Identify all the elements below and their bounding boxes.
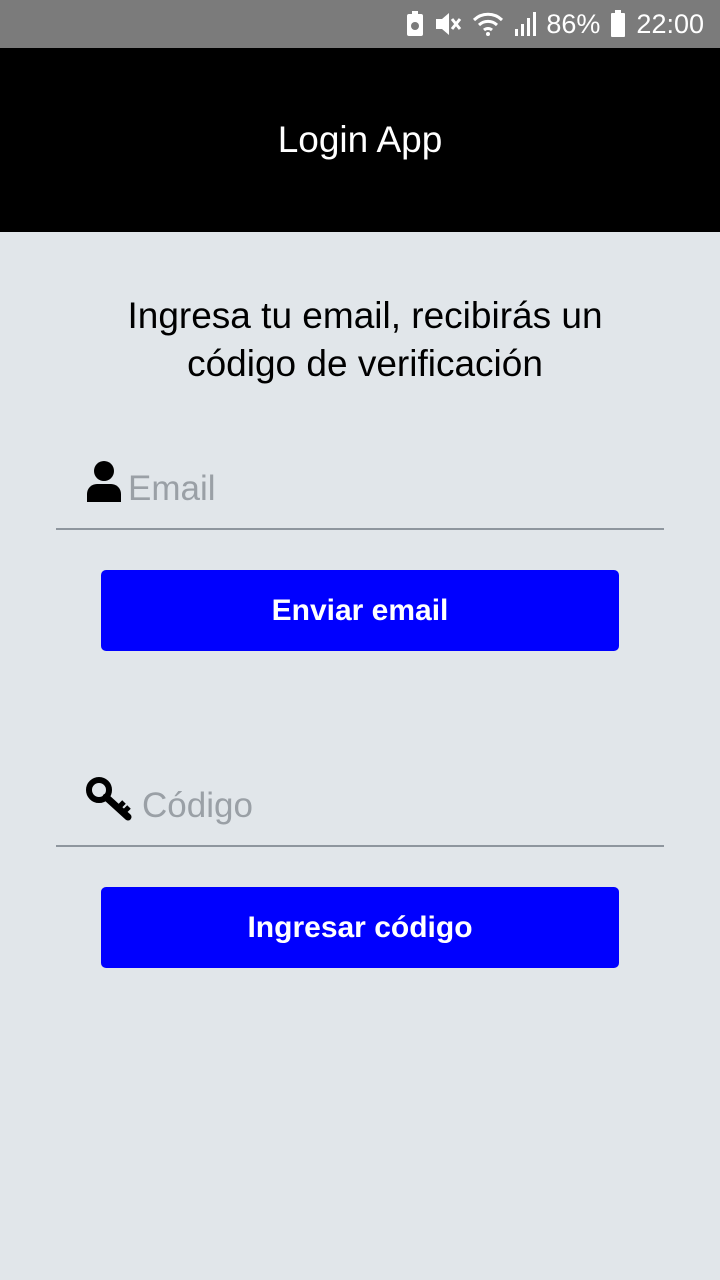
mute-icon <box>434 11 462 37</box>
battery-icon <box>610 10 626 38</box>
status-bar: 86% 22:00 <box>0 0 720 48</box>
signal-icon <box>514 11 537 37</box>
battery-percent: 86% <box>546 8 601 39</box>
instruction-text: Ingresa tu email, recibirás un código de… <box>127 295 603 384</box>
app-title: Login App <box>277 119 443 160</box>
clock: 22:00 <box>636 8 704 39</box>
code-input[interactable] <box>142 775 582 837</box>
enter-code-button[interactable]: Ingresar código <box>101 887 619 968</box>
status-icons: 86% 22:00 <box>406 0 704 48</box>
wifi-icon <box>472 11 504 37</box>
code-field-container <box>56 765 664 847</box>
send-email-button[interactable]: Enviar email <box>101 570 619 651</box>
email-input[interactable] <box>128 458 568 520</box>
email-field-container <box>56 448 664 530</box>
user-icon <box>86 460 122 507</box>
key-icon <box>86 777 134 826</box>
app-bar: Login App <box>0 48 720 232</box>
battery-saver-icon <box>406 11 424 37</box>
